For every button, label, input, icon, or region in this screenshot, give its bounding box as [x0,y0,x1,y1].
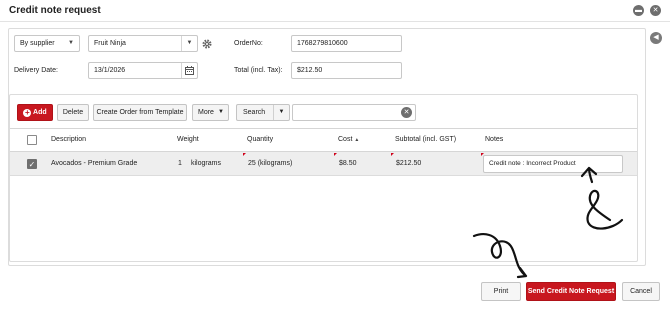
row-weight-value[interactable]: 1 [178,160,182,167]
chevron-down-icon: ▼ [68,40,74,46]
row-subtotal: $212.50 [396,160,422,167]
total-field: $212.50 [291,62,402,79]
column-header-weight[interactable]: Weight [177,136,199,143]
sort-ascending-icon: ▲ [354,137,360,143]
table-row[interactable]: ✓ Avocados - Premium Grade 1 kilograms 2… [10,152,637,176]
search-label: Search [243,109,266,116]
add-button-label: Add [33,109,47,116]
more-button[interactable]: More ▼ [192,104,229,121]
order-no-field[interactable]: 1768279810600 [291,35,402,52]
close-icon[interactable]: ✕ [650,5,661,16]
add-button[interactable]: + Add [17,104,53,121]
minimize-icon[interactable]: ▬ [633,5,644,16]
total-label: Total (incl. Tax): [234,67,283,74]
search-input[interactable]: ✕ [292,104,416,121]
delivery-date-field[interactable]: 13/1/2026 [88,62,198,79]
cancel-button[interactable]: Cancel [622,282,660,301]
table-header: Description Weight Quantity Cost ▲ Subto… [10,128,637,152]
cost-header-label: Cost [338,136,353,143]
plus-icon: + [23,108,32,117]
create-order-from-template-button[interactable]: Create Order from Template [93,104,187,121]
select-all-checkbox[interactable] [27,135,37,145]
row-quantity[interactable]: 25 (kilograms) [248,160,292,167]
dialog-title: Credit note request [9,5,101,16]
calendar-icon[interactable] [181,63,197,78]
search-scope-select[interactable]: Search ▼ [236,104,290,121]
supplier-mode-value: By supplier [20,40,55,47]
delete-button[interactable]: Delete [57,104,89,121]
chevron-left-icon[interactable]: ◀ [650,32,662,44]
print-button-label: Print [493,288,509,295]
delete-button-label: Delete [62,109,84,116]
edited-cell-marker [391,153,394,156]
row-cost[interactable]: $8.50 [339,160,357,167]
send-credit-note-request-label: Send Credit Note Request [527,288,615,295]
column-header-notes[interactable]: Notes [485,136,503,143]
more-button-label: More [198,109,214,116]
row-weight-unit: kilograms [191,160,221,167]
supplier-value: Fruit Ninja [94,40,126,47]
column-header-cost[interactable]: Cost ▲ [338,136,359,143]
column-header-subtotal[interactable]: Subtotal (incl. GST) [395,136,456,143]
delivery-date-value: 13/1/2026 [94,67,126,74]
supplier-mode-select[interactable]: By supplier ▼ [14,35,80,52]
order-no-label: OrderNo: [234,40,263,47]
delivery-date-label: Delivery Date: [14,67,58,74]
clear-icon[interactable]: ✕ [401,107,412,118]
supplier-select[interactable]: Fruit Ninja ▼ [88,35,198,52]
row-checkbox[interactable]: ✓ [27,159,37,169]
send-credit-note-request-button[interactable]: Send Credit Note Request [526,282,616,301]
row-description: Avocados - Premium Grade [51,160,138,167]
edited-cell-marker [243,153,246,156]
edited-cell-marker [334,153,337,156]
cancel-button-label: Cancel [630,288,652,295]
title-bar: Credit note request ▬ ✕ [0,0,670,22]
row-notes-value: Credit note : Incorrect Product [489,160,576,167]
order-no-value: 1768279810600 [297,40,348,47]
credit-note-request-dialog: Credit note request ▬ ✕ ◀ By supplier ▼ … [0,0,670,311]
gear-icon[interactable] [201,38,213,50]
chevron-down-icon: ▼ [181,36,197,51]
row-notes-input[interactable]: Credit note : Incorrect Product [483,155,623,173]
print-button[interactable]: Print [481,282,521,301]
column-header-quantity[interactable]: Quantity [247,136,273,143]
total-value: $212.50 [297,67,323,74]
column-header-description[interactable]: Description [51,136,86,143]
chevron-down-icon: ▼ [218,109,224,115]
create-order-from-template-label: Create Order from Template [96,109,184,116]
chevron-down-icon: ▼ [273,105,289,120]
